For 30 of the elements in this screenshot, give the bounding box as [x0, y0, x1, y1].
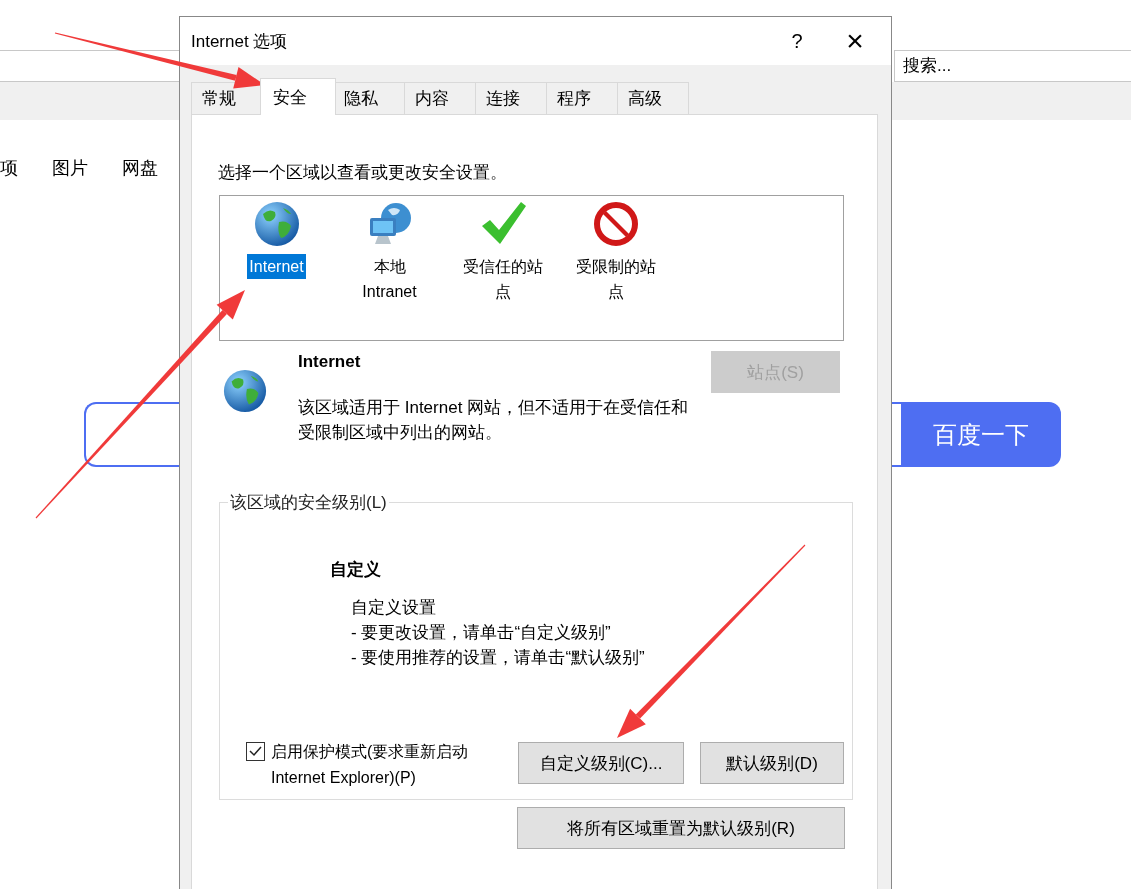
nav-link[interactable]: 项	[0, 156, 18, 180]
zone-item[interactable]: 受信任的站点	[460, 254, 545, 304]
checkbox-label: 启用保护模式(要求重新启动 Internet Explorer)(P)	[271, 742, 470, 788]
group-legend: 该区域的安全级别(L)	[228, 491, 389, 514]
nav-link[interactable]: 网盘	[122, 156, 158, 180]
level-description: - 要使用推荐的设置，请单击“默认级别”	[351, 647, 646, 669]
checkbox[interactable]	[246, 742, 265, 761]
zone-item[interactable]: 本地 Intranet	[347, 254, 432, 304]
help-button[interactable]: ?	[773, 17, 821, 65]
close-button[interactable]: ×	[831, 17, 879, 65]
nav-link[interactable]: 图片	[52, 156, 88, 180]
window-title: Internet 选项	[191, 30, 289, 53]
search-field[interactable]: 搜索...	[894, 50, 1131, 82]
zone-title: Internet	[298, 351, 362, 373]
tab[interactable]: 安全	[260, 78, 336, 115]
level-description: - 要更改设置，请单击“自定义级别”	[351, 622, 612, 644]
globe-icon	[222, 368, 268, 414]
level-description: 自定义设置	[351, 597, 437, 619]
level-button[interactable]: 默认级别(D)	[700, 742, 844, 784]
level-button[interactable]: 自定义级别(C)...	[518, 742, 684, 784]
level-name: 自定义	[330, 559, 382, 581]
reset-button[interactable]: 将所有区域重置为默认级别(R)	[517, 807, 845, 849]
zone-item[interactable]: Internet	[247, 254, 306, 279]
zone-description: 该区域适用于 Internet 网站，但不适用于在受信任和受限制区域中列出的网站。	[298, 397, 690, 444]
prohibited-icon	[591, 200, 640, 248]
search-button[interactable]: 百度一下	[901, 402, 1061, 467]
zone-item[interactable]: 受限制的站点	[573, 254, 658, 304]
tab[interactable]: 高级	[617, 82, 689, 114]
globe-icon	[252, 200, 301, 248]
zone-prompt: 选择一个区域以查看或更改安全设置。	[218, 162, 508, 184]
